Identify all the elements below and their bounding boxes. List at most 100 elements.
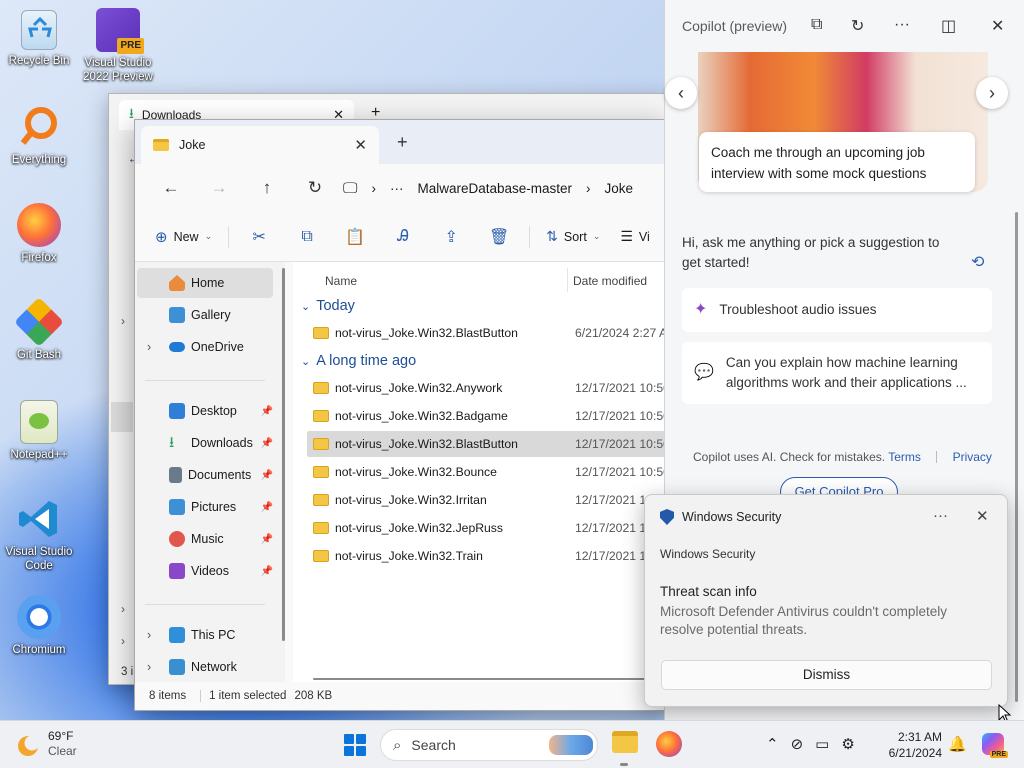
file-row-selected[interactable]: not-virus_Joke.Win32.BlastButton 12/17/2… bbox=[307, 431, 664, 457]
column-header-date[interactable]: Date modified bbox=[573, 274, 647, 288]
file-row[interactable]: not-virus_Joke.Win32.BlastButton 6/21/20… bbox=[307, 320, 664, 346]
system-tray: ⌃ ⊘ ▭ ⚙ bbox=[766, 735, 855, 753]
refresh-icon[interactable]: ↻ bbox=[291, 178, 339, 198]
refresh-icon[interactable]: ↻ bbox=[851, 16, 864, 36]
clock[interactable]: 2:31 AM 6/21/2024 bbox=[880, 729, 942, 761]
file-row[interactable]: not-virus_Joke.Win32.Train 12/17/2021 10… bbox=[307, 543, 664, 569]
chevron-right-icon[interactable]: › bbox=[371, 181, 376, 196]
suggestion-machine-learning[interactable]: 💬 Can you explain how machine learning a… bbox=[682, 342, 992, 404]
view-button[interactable]: ☰ Vi bbox=[610, 228, 659, 245]
status-selected: 1 item selected bbox=[209, 690, 287, 702]
column-header-name[interactable]: Name bbox=[325, 274, 357, 288]
group-header-today[interactable]: ⌄ Today bbox=[301, 298, 355, 314]
sidebar-item-music[interactable]: Music 📌 bbox=[137, 524, 273, 554]
desktop-icon-notepadpp[interactable]: Notepad++ bbox=[1, 400, 77, 462]
cut-icon[interactable]: ✂ bbox=[235, 227, 283, 247]
sidebar-item-desktop[interactable]: Desktop 📌 bbox=[137, 396, 273, 426]
breadcrumb-item[interactable]: Joke bbox=[605, 181, 634, 196]
carousel-next-icon[interactable]: › bbox=[976, 77, 1008, 109]
scrollbar[interactable] bbox=[1015, 212, 1018, 702]
share-icon[interactable]: ⇪ bbox=[427, 227, 475, 247]
close-tab-icon[interactable]: ✕ bbox=[354, 136, 367, 154]
sidebar-item-documents[interactable]: Documents 📌 bbox=[137, 460, 273, 490]
pin-icon: 📌 bbox=[260, 565, 273, 577]
file-row[interactable]: not-virus_Joke.Win32.Badgame 12/17/2021 … bbox=[307, 403, 664, 429]
desktop-icon-vscode[interactable]: Visual Studio Code bbox=[1, 497, 77, 573]
desktop-icon-recycle-bin[interactable]: Recycle Bin bbox=[1, 10, 77, 68]
sidebar-item-this-pc[interactable]: › This PC bbox=[137, 620, 273, 650]
monitor-icon[interactable]: 🖵 bbox=[343, 180, 357, 197]
privacy-link[interactable]: Privacy bbox=[953, 450, 992, 464]
desktop-icon-visual-studio-preview[interactable]: PRE Visual Studio 2022 Preview bbox=[80, 8, 156, 84]
delete-icon[interactable]: 🗑 bbox=[475, 227, 523, 247]
start-button[interactable] bbox=[344, 734, 366, 756]
carousel-prev-icon[interactable]: ‹ bbox=[665, 77, 697, 109]
explorer-window-joke[interactable]: Joke ✕ + ← → ↑ ↻ 🖵 › ··· MalwareDatabase… bbox=[134, 119, 665, 711]
file-explorer-taskbar-icon[interactable] bbox=[612, 731, 638, 753]
more-options-icon[interactable]: ··· bbox=[933, 507, 948, 524]
toast-subtitle: Windows Security bbox=[660, 547, 756, 561]
tab-joke[interactable]: Joke ✕ bbox=[141, 126, 379, 164]
close-icon[interactable]: ✕ bbox=[991, 16, 1004, 36]
chevron-right-icon[interactable]: › bbox=[147, 628, 169, 642]
sidebar-item-home[interactable]: Home bbox=[137, 268, 273, 298]
breadcrumb-overflow[interactable]: ··· bbox=[390, 181, 404, 196]
new-tab-icon[interactable]: + bbox=[397, 132, 408, 153]
copilot-taskbar-icon[interactable]: PRE bbox=[982, 733, 1008, 758]
up-arrow-icon[interactable]: ↑ bbox=[243, 178, 291, 198]
taskbar-search[interactable]: ⌕ Search bbox=[380, 729, 598, 761]
chevron-right-icon[interactable]: › bbox=[121, 634, 125, 648]
chevron-right-icon[interactable]: › bbox=[147, 340, 169, 354]
sidebar-item-videos[interactable]: Videos 📌 bbox=[137, 556, 273, 586]
pin-icon: 📌 bbox=[260, 533, 273, 545]
terms-link[interactable]: Terms bbox=[888, 450, 921, 464]
chevron-right-icon[interactable]: › bbox=[121, 602, 125, 616]
back-arrow-icon[interactable]: ← bbox=[147, 178, 195, 198]
divider bbox=[145, 380, 265, 381]
breadcrumb-item[interactable]: MalwareDatabase-master bbox=[417, 181, 572, 196]
forward-arrow-icon[interactable]: → bbox=[195, 178, 243, 198]
rename-icon[interactable]: Ꭿ bbox=[379, 228, 427, 246]
network-off-icon[interactable]: ⊘ bbox=[791, 735, 804, 753]
sidebar-item-network[interactable]: › Network bbox=[137, 652, 273, 682]
desktop-icon-chromium[interactable]: Chromium bbox=[1, 595, 77, 657]
dock-panel-icon[interactable]: ◫ bbox=[941, 16, 956, 36]
file-row[interactable]: not-virus_Joke.Win32.Anywork 12/17/2021 … bbox=[307, 375, 664, 401]
sidebar-item-downloads[interactable]: ⭳ Downloads 📌 bbox=[137, 428, 273, 458]
copy-icon[interactable]: ⧉ bbox=[283, 228, 331, 246]
sort-button[interactable]: ⇅ Sort ⌄ bbox=[536, 228, 610, 245]
file-row[interactable]: not-virus_Joke.Win32.Bounce 12/17/2021 1… bbox=[307, 459, 664, 485]
close-icon[interactable]: ✕ bbox=[976, 507, 989, 525]
weather-widget[interactable]: 69°F Clear bbox=[18, 729, 77, 758]
firefox-taskbar-icon[interactable] bbox=[656, 731, 682, 757]
sidebar-item-pictures[interactable]: Pictures 📌 bbox=[137, 492, 273, 522]
dismiss-button[interactable]: Dismiss bbox=[661, 660, 992, 690]
desktop-icon-git-bash[interactable]: Git Bash bbox=[1, 297, 77, 362]
paste-icon[interactable]: 📋 bbox=[331, 227, 379, 247]
desktop-icon-firefox[interactable]: Firefox bbox=[1, 203, 77, 265]
more-options-icon[interactable]: ··· bbox=[894, 16, 910, 34]
chevron-up-icon[interactable]: ⌃ bbox=[766, 735, 779, 753]
file-row[interactable]: not-virus_Joke.Win32.Irritan 12/17/2021 … bbox=[307, 487, 664, 513]
sidebar-item-onedrive[interactable]: › OneDrive bbox=[137, 332, 273, 362]
display-icon[interactable]: ▭ bbox=[815, 735, 829, 753]
suggestion-troubleshoot-audio[interactable]: ✦ Troubleshoot audio issues bbox=[682, 288, 992, 332]
horizontal-scrollbar[interactable] bbox=[313, 678, 664, 680]
scrollbar[interactable] bbox=[282, 268, 285, 641]
open-external-icon[interactable]: ⧉ bbox=[811, 16, 822, 34]
sidebar-item-gallery[interactable]: Gallery bbox=[137, 300, 273, 330]
chevron-right-icon[interactable]: › bbox=[586, 181, 591, 196]
chevron-right-icon[interactable]: › bbox=[121, 314, 125, 328]
notification-bell-icon[interactable]: 🔔 bbox=[948, 735, 967, 753]
chevron-right-icon[interactable]: › bbox=[147, 660, 169, 674]
new-button[interactable]: ⊕ New ⌄ bbox=[149, 228, 222, 246]
file-row[interactable]: not-virus_Joke.Win32.JepRuss 12/17/2021 … bbox=[307, 515, 664, 541]
input-icon[interactable]: ⚙ bbox=[841, 735, 854, 753]
group-header-long-ago[interactable]: ⌄ A long time ago bbox=[301, 353, 416, 369]
search-placeholder: Search bbox=[411, 737, 456, 753]
pin-icon: 📌 bbox=[260, 405, 273, 417]
refresh-suggestions-icon[interactable]: ⟲ bbox=[971, 252, 984, 272]
desktop-icon-everything[interactable]: Everything bbox=[1, 105, 77, 167]
copilot-title: Copilot (preview) bbox=[682, 18, 788, 34]
coach-suggestion-card[interactable]: Coach me through an upcoming job intervi… bbox=[699, 132, 975, 192]
